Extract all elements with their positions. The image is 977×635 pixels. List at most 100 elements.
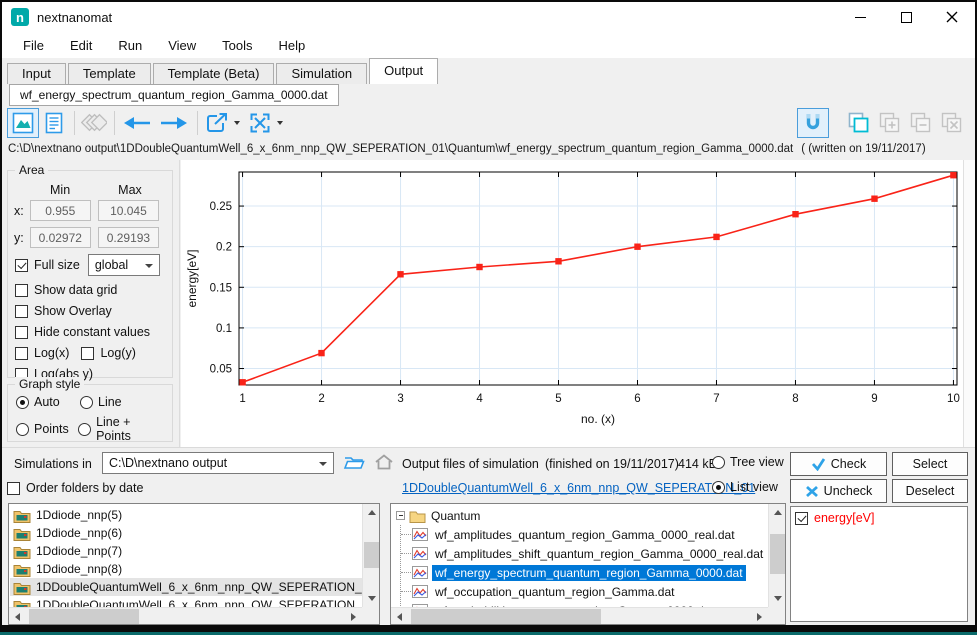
full-size-mode-select[interactable]: global [88,254,160,276]
folder-row[interactable]: 1Ddiode_nnp(5) [10,506,362,524]
menu-help[interactable]: Help [266,34,319,57]
add-overlay-button[interactable] [874,109,904,137]
y-min-field[interactable]: 0.02972 [30,227,91,248]
open-folder-button[interactable] [343,453,365,476]
tree-view-option[interactable]: Tree view [712,455,784,469]
series-label: energy[eV] [814,511,874,525]
files-vertical-scrollbar[interactable] [768,504,785,607]
scroll-right-button[interactable] [751,608,768,625]
area-groupbox-title: Area [15,163,48,177]
folder-row[interactable]: 1DDoubleQuantumWell_6_x_6nm_nnp_QW_SEPER… [10,578,362,596]
tree-expander[interactable] [396,511,405,520]
tab-input[interactable]: Input [7,63,66,84]
y-max-field[interactable]: 0.29193 [98,227,159,248]
remove-overlay-button[interactable] [905,109,935,137]
hide-constant-values-checkbox[interactable] [15,326,28,339]
plot-view-button[interactable] [8,109,38,137]
scroll-left-button[interactable] [9,608,26,625]
select-button[interactable]: Select [892,452,968,476]
folders-vertical-scrollbar[interactable] [362,504,379,607]
minimize-button[interactable] [837,2,883,32]
graph-style-line[interactable]: Line [80,395,122,409]
svg-text:9: 9 [871,393,877,405]
tab-template[interactable]: Template [68,63,151,84]
clear-overlay-button[interactable] [936,109,966,137]
tree-view-radio[interactable] [712,456,725,469]
folder-row[interactable]: 1Ddiode_nnp(7) [10,542,362,560]
uncheck-button[interactable]: Uncheck [790,479,887,503]
fit-view-dropdown-caret[interactable] [277,121,283,125]
tab-output[interactable]: Output [369,58,438,84]
scroll-up-button[interactable] [769,504,786,521]
scroll-right-button[interactable] [345,608,362,625]
check-button[interactable]: Check [790,452,887,476]
full-size-checkbox[interactable] [15,259,28,272]
maximize-button[interactable] [883,2,929,32]
forward-button[interactable] [156,109,192,137]
scroll-left-button[interactable] [391,608,408,625]
graph-style-auto[interactable]: Auto [16,395,80,409]
snap-magnet-button[interactable] [798,109,828,137]
folder-row[interactable]: 1Ddiode_nnp(6) [10,524,362,542]
subtab-dat-file[interactable]: wf_energy_spectrum_quantum_region_Gamma_… [9,84,339,106]
home-button[interactable] [374,453,394,476]
maximize-icon [901,12,912,23]
menu-run[interactable]: Run [105,34,155,57]
show-overlay-checkbox[interactable] [15,305,28,318]
export-dropdown-caret[interactable] [234,121,240,125]
overlay-layers-button[interactable] [79,109,109,137]
scrollbar-thumb[interactable] [29,609,139,624]
series-checkbox[interactable] [795,512,808,525]
text-view-button[interactable] [39,109,69,137]
list-view-radio[interactable] [712,481,725,494]
scroll-down-button[interactable] [769,590,786,607]
simulations-path-select[interactable]: C:\D\nextnano output [102,452,334,474]
list-view-option[interactable]: List view [712,480,778,494]
close-button[interactable] [929,2,975,32]
radio-line[interactable] [80,396,93,409]
menu-edit[interactable]: Edit [57,34,105,57]
uncheck-button-label: Uncheck [824,484,873,498]
graph-style-points[interactable]: Points [16,422,78,436]
fit-view-button[interactable] [245,109,275,137]
tree-root-quantum[interactable]: Quantum [393,506,768,525]
scroll-down-button[interactable] [363,590,380,607]
tab-simulation[interactable]: Simulation [276,63,367,84]
svg-text:0.2: 0.2 [216,242,232,254]
export-button[interactable] [202,109,232,137]
log-x-label: Log(x) [34,346,69,360]
series-row[interactable]: energy[eV] [791,507,967,527]
log-y-checkbox[interactable] [81,347,94,360]
log-x-checkbox[interactable] [15,347,28,360]
folder-name: 1Ddiode_nnp(7) [36,544,122,558]
deselect-button[interactable]: Deselect [892,479,968,503]
simulation-link[interactable]: 1DDoubleQuantumWell_6_x_6nm_nnp_QW_SEPER… [402,481,755,495]
tab-template-beta[interactable]: Template (Beta) [153,63,275,84]
menu-view[interactable]: View [155,34,209,57]
menu-file[interactable]: File [10,34,57,57]
menu-tools[interactable]: Tools [209,34,265,57]
radio-line-points[interactable] [78,423,91,436]
files-horizontal-scrollbar[interactable] [391,607,768,624]
file-row[interactable]: wf_amplitudes_quantum_region_Gamma_0000_… [401,525,768,544]
folder-row[interactable]: 1Ddiode_nnp(8) [10,560,362,578]
scrollbar-thumb[interactable] [770,534,785,574]
copy-plot-button[interactable] [843,109,873,137]
file-row[interactable]: wf_amplitudes_shift_quantum_region_Gamma… [401,544,768,563]
radio-points[interactable] [16,423,29,436]
scrollbar-thumb[interactable] [364,542,379,568]
radio-auto[interactable] [16,396,29,409]
file-row[interactable]: wf_energy_spectrum_quantum_region_Gamma_… [401,563,768,582]
scrollbar-thumb[interactable] [411,609,601,624]
show-data-grid-checkbox[interactable] [15,284,28,297]
folder-row[interactable]: 1DDoubleQuantumWell_6_x_6nm_nnp_QW_SEPER… [10,596,362,607]
graph-style-line-points[interactable]: Line + Points [78,415,166,443]
energy-spectrum-chart[interactable]: 123456789100.050.10.150.20.25no. (x)ener… [181,160,963,447]
scroll-up-button[interactable] [363,504,380,521]
file-row[interactable]: wf_occupation_quantum_region_Gamma.dat [401,582,768,601]
back-button[interactable] [119,109,155,137]
folders-horizontal-scrollbar[interactable] [9,607,362,624]
x-max-field[interactable]: 10.045 [98,200,159,221]
x-min-field[interactable]: 0.955 [30,200,91,221]
order-folders-checkbox[interactable] [7,482,20,495]
